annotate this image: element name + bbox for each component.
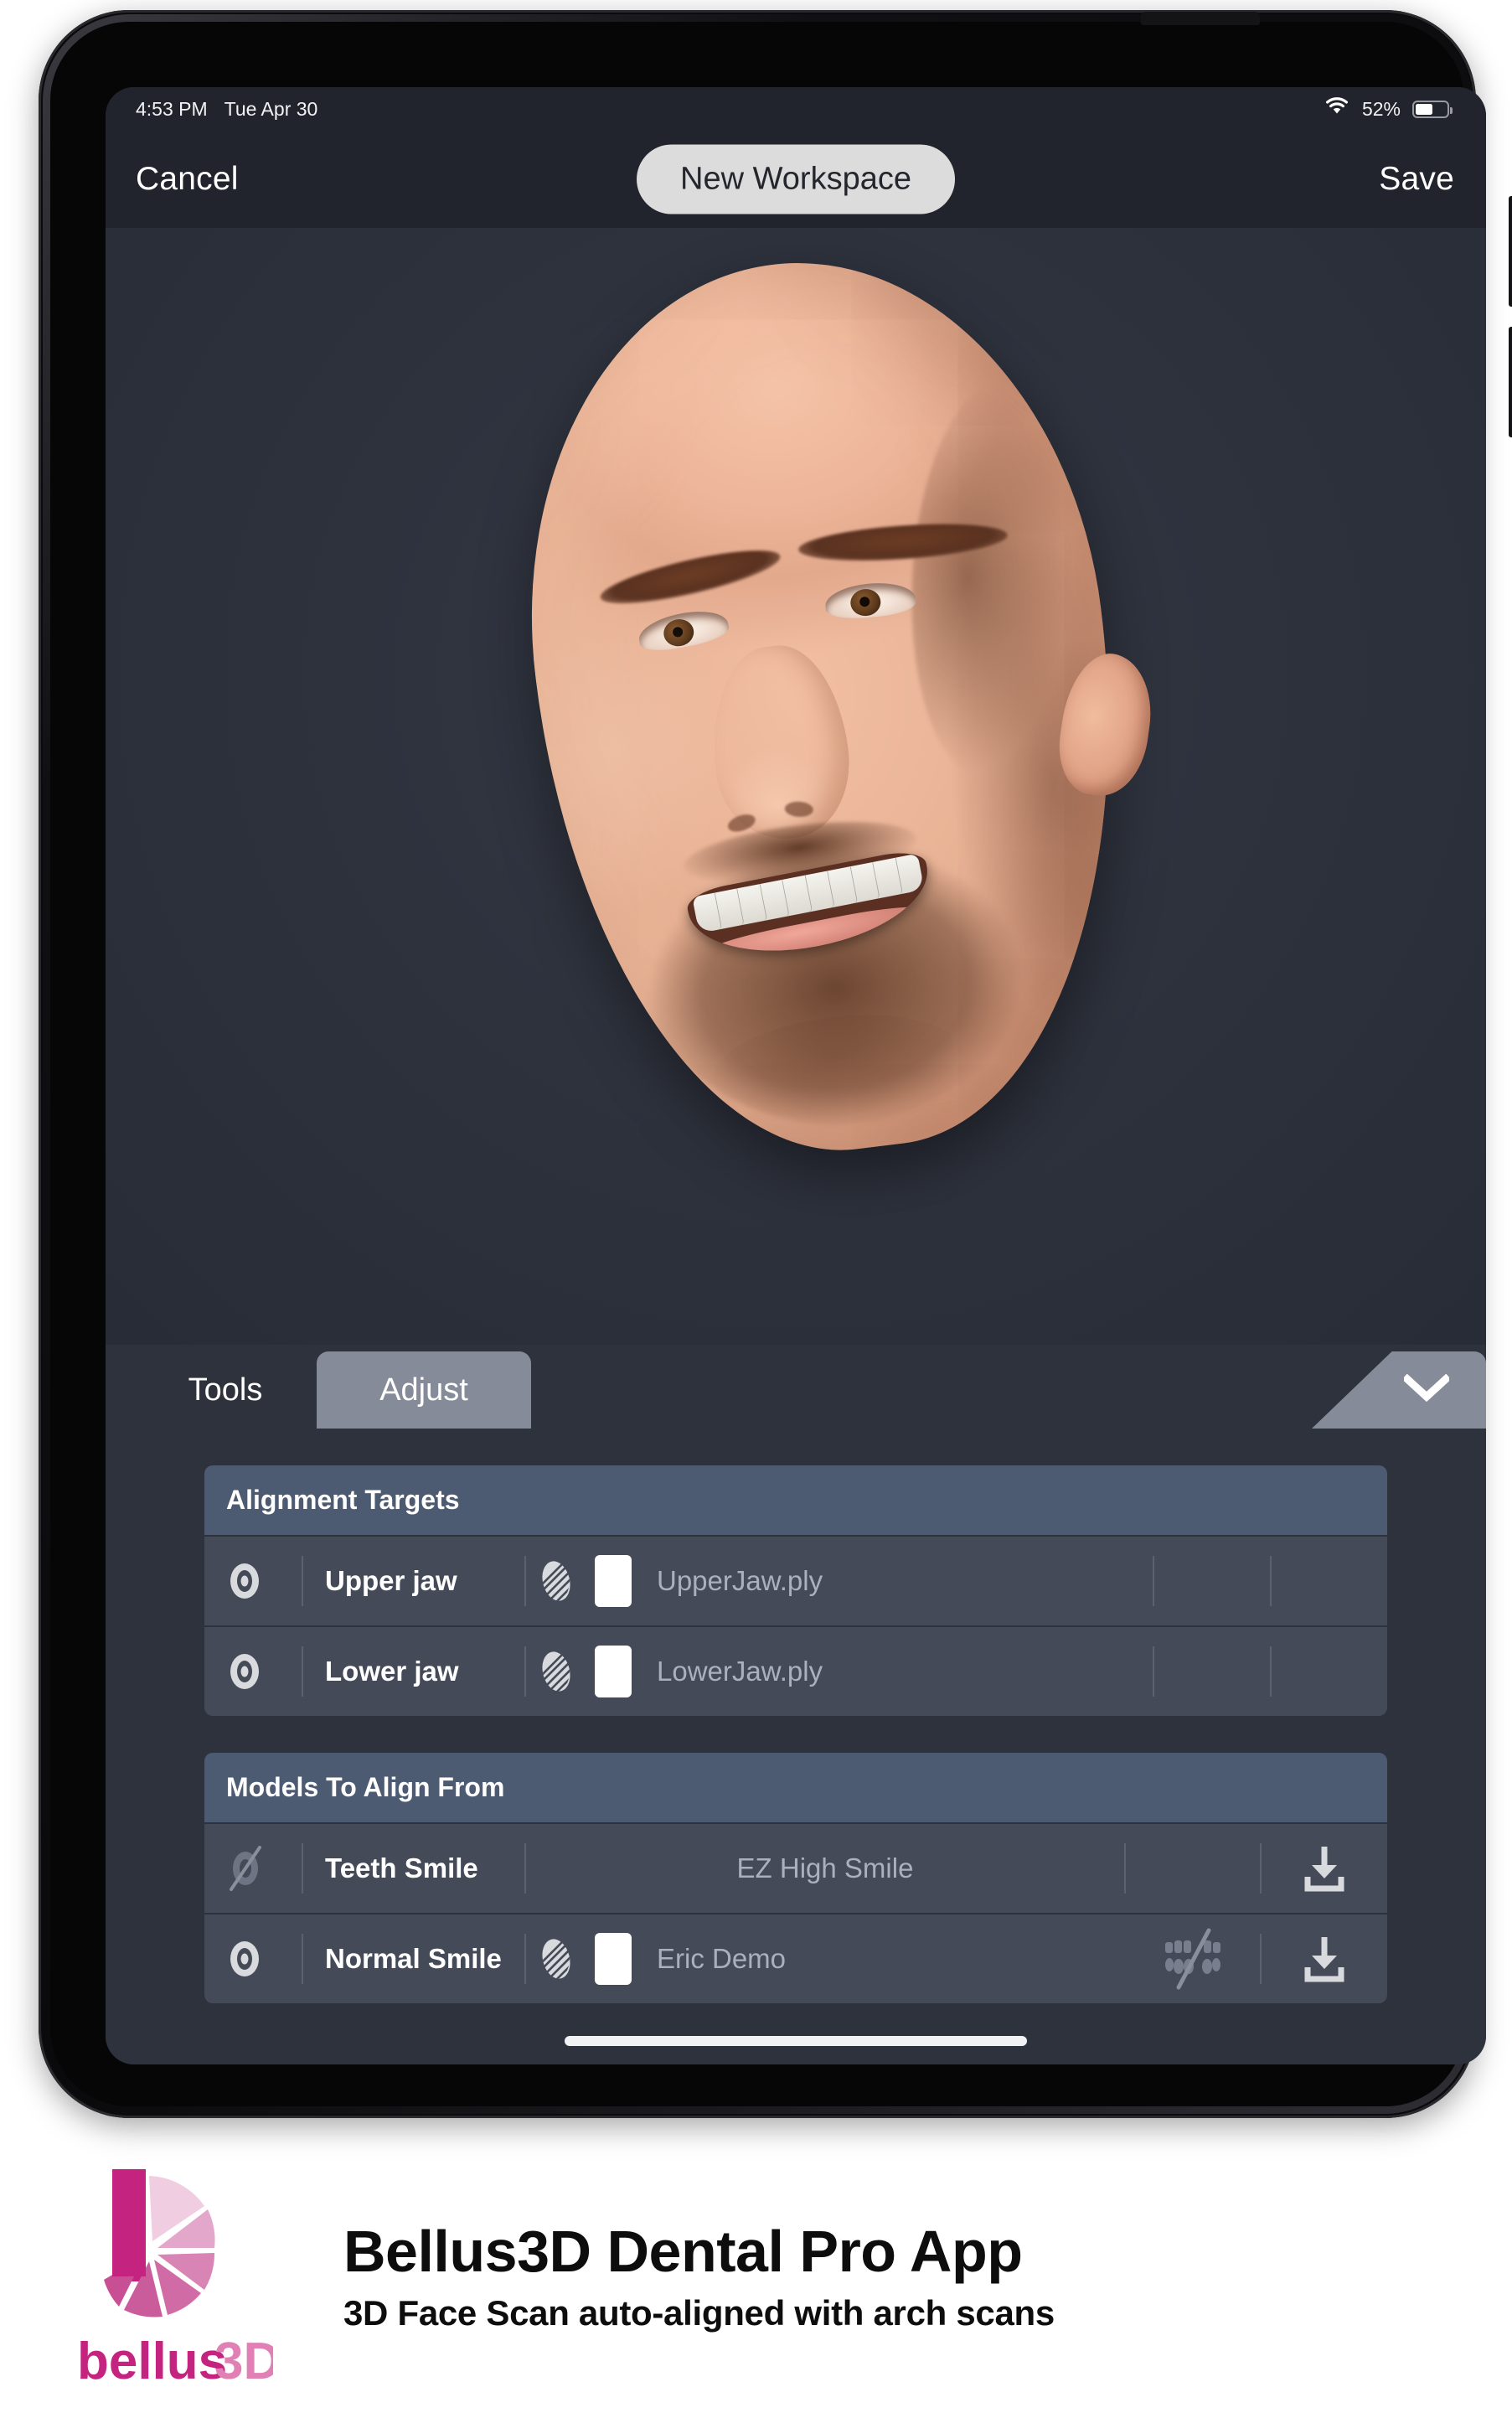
row-label: Normal Smile [325,1943,502,1974]
row-label: Upper jaw [325,1565,457,1596]
teeth-row [692,853,925,934]
download-button[interactable] [1262,1934,1387,1984]
battery-percent-label: 52% [1361,97,1401,120]
row-divider [1270,1556,1272,1606]
cancel-button[interactable]: Cancel [136,161,239,198]
chevron-down-icon [1401,1373,1452,1407]
hair-texture [901,379,1082,781]
home-indicator[interactable] [565,2036,1027,2046]
teeth-slash-icon[interactable] [1126,1927,1260,1991]
bellus3d-logo: bellus 3D [77,2154,281,2401]
eye-left [635,605,731,656]
workspace-title-button[interactable]: New Workspace [637,144,955,214]
table-row[interactable]: Lower jaw LowerJaw.ply [204,1625,1387,1716]
group-models-to-align-from: Models To Align From Teeth Smile EZ High… [204,1753,1387,2003]
navigation-bar: Cancel New Workspace Save [106,131,1486,228]
row-divider [1153,1646,1154,1697]
table-row[interactable]: Upper jaw UpperJaw.ply [204,1535,1387,1625]
collapse-panel-button[interactable] [1312,1351,1486,1429]
row-file-name: Eric Demo [657,1943,787,1974]
nostril-right [784,800,814,818]
chin-shadow [705,1001,968,1133]
row-file-name: LowerJaw.ply [657,1656,823,1687]
logo-wordmark-3d: 3D [214,2333,273,2390]
volume-up-button[interactable] [1509,196,1512,307]
group-title: Models To Align From [204,1753,1387,1822]
power-button[interactable] [1141,12,1260,25]
status-bar: 4:53 PM Tue Apr 30 52% [106,87,1486,131]
group-title: Alignment Targets [204,1465,1387,1535]
volume-down-button[interactable] [1509,327,1512,437]
brand-title: Bellus3D Dental Pro App [343,2219,1023,2285]
row-label: Teeth Smile [325,1852,478,1883]
row-divider [1153,1556,1154,1606]
status-time: 4:53 PM [136,97,208,120]
eyebrow-right [797,518,1009,567]
nostril-left [725,811,758,835]
table-row[interactable]: Normal Smile Eric Demo [204,1913,1387,2003]
adjust-panel: Alignment Targets Upper jaw UpperJaw.ply… [106,1429,1486,2064]
brand-subtitle: 3D Face Scan auto-aligned with arch scan… [343,2292,1055,2333]
color-swatch[interactable] [595,1555,632,1607]
download-button[interactable] [1262,1843,1387,1894]
lower-lip [709,901,924,969]
group-alignment-targets: Alignment Targets Upper jaw UpperJaw.ply… [204,1465,1387,1716]
visibility-toggle[interactable] [223,1940,302,1978]
download-icon [1304,1847,1344,1892]
ipad-device: 4:53 PM Tue Apr 30 52% Cancel New Worksp… [39,10,1512,2118]
ipad-screen: 4:53 PM Tue Apr 30 52% Cancel New Worksp… [106,87,1486,2064]
eye-right [823,579,917,622]
table-row[interactable]: Teeth Smile EZ High Smile [204,1822,1387,1913]
eye-icon [230,1941,259,1976]
battery-icon [1412,100,1453,118]
row-label: Lower jaw [325,1656,459,1687]
mesh-scan-icon[interactable] [526,1648,586,1695]
visibility-toggle[interactable] [223,1652,302,1691]
eye-icon [230,1563,259,1599]
tab-adjust[interactable]: Adjust [317,1351,531,1429]
visibility-toggle[interactable] [223,1845,302,1892]
color-swatch[interactable] [595,1933,632,1985]
face-scan-model[interactable] [484,230,1164,1181]
visibility-toggle[interactable] [223,1562,302,1600]
row-divider [1124,1843,1126,1894]
row-divider [1270,1646,1272,1697]
mesh-scan-icon[interactable] [526,1935,586,1982]
download-icon [1304,1937,1344,1982]
eyebrow-left [596,540,784,614]
row-file-name: UpperJaw.ply [657,1565,823,1596]
status-date: Tue Apr 30 [224,97,318,120]
model-viewport[interactable] [106,228,1486,1345]
nose [701,638,859,846]
beard-texture [596,738,1082,1150]
mouth [684,847,938,969]
eye-icon [230,1654,259,1689]
color-swatch[interactable] [595,1646,632,1697]
tab-strip: Tools Adjust [106,1345,1486,1429]
eye-slash-icon [230,1846,261,1891]
branding-footer: bellus 3D Bellus3D Dental Pro App 3D Fac… [0,2142,1512,2413]
logo-wordmark-bellus: bellus [80,2333,227,2390]
screenshot-root: 4:53 PM Tue Apr 30 52% Cancel New Worksp… [0,0,1512,2413]
row-file-name: EZ High Smile [736,1852,914,1883]
mustache-texture [680,811,921,895]
tab-tools[interactable]: Tools [134,1351,317,1429]
mesh-scan-icon[interactable] [526,1558,586,1604]
face-head-mesh [488,230,1164,1181]
wifi-icon [1324,96,1350,121]
save-button[interactable]: Save [1379,161,1454,198]
